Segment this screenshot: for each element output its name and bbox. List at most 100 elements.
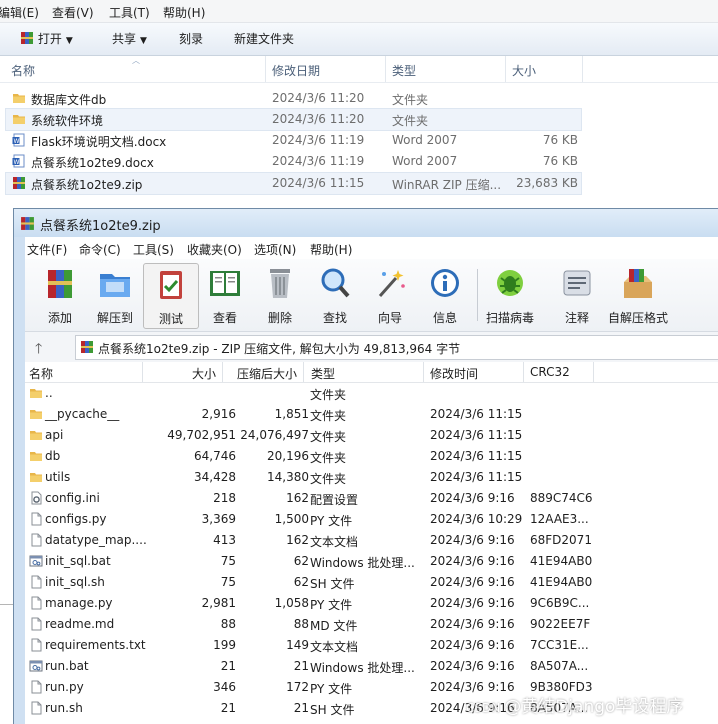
entry-packed-size: 172	[286, 680, 309, 694]
archive-row[interactable]: requirements.txt 199 149 文本文档 2024/3/6 9:16 7…	[25, 635, 718, 656]
archive-row[interactable]: readme.md 88 88 MD 文件 2024/3/6 9:16 9022EE7F	[25, 614, 718, 635]
column-crc[interactable]: CRC32	[530, 365, 570, 379]
entry-name: utils	[45, 470, 71, 484]
menu-favorites[interactable]: 收藏夹(O)	[187, 241, 242, 258]
folder-icon	[13, 115, 25, 124]
column-divider[interactable]	[222, 362, 223, 382]
entry-packed-size: 1,500	[274, 512, 309, 526]
archive-row[interactable]: run.bat 21 21 Windows 批处理... 2024/3/6 9:16 8A…	[25, 656, 718, 677]
file-icon	[31, 680, 42, 694]
column-divider[interactable]	[423, 362, 424, 382]
column-divider[interactable]	[303, 362, 304, 382]
column-size[interactable]: 大小	[192, 365, 216, 382]
archive-row[interactable]: api 49,702,951 24,076,497 文件夹 2024/3/6 11:15	[25, 425, 718, 446]
comment-note-icon	[563, 270, 591, 296]
menu-commands[interactable]: 命令(C)	[79, 241, 121, 258]
self-extract-box-icon	[624, 269, 652, 298]
file-size: 76 KB	[542, 154, 578, 168]
entry-modified: 2024/3/6 9:16	[430, 491, 515, 505]
entry-size: 199	[213, 638, 236, 652]
menu-help[interactable]: 帮助(H)	[310, 241, 352, 258]
column-divider[interactable]	[505, 56, 506, 82]
column-name[interactable]: 名称	[11, 62, 35, 79]
menu-tools[interactable]: 工具(T)	[109, 4, 150, 21]
info-button[interactable]: 信息	[418, 263, 472, 327]
up-arrow-icon[interactable]: 🡑	[35, 338, 42, 362]
entry-modified: 2024/3/6 9:16	[430, 617, 515, 631]
entry-crc: 9022EE7F	[530, 617, 591, 631]
entry-packed-size: 62	[293, 554, 309, 568]
explorer-row[interactable]: 数据库文件db 2024/3/6 11:20 文件夹	[6, 88, 581, 109]
column-divider[interactable]	[593, 362, 594, 382]
archive-row[interactable]: __pycache__ 2,916 1,851 文件夹 2024/3/6 11:15	[25, 404, 718, 425]
column-type[interactable]: 类型	[311, 365, 335, 382]
entry-type: Windows 批处理...	[310, 556, 415, 570]
explorer-row-selected[interactable]: 点餐系统1o2te9.zip 2024/3/6 11:15 WinRAR ZIP…	[5, 172, 582, 195]
column-type[interactable]: 类型	[392, 62, 416, 79]
column-name[interactable]: 名称	[29, 365, 53, 382]
comment-button[interactable]: 注释	[550, 263, 604, 327]
archive-row[interactable]: init_sql.bat 75 62 Windows 批处理... 2024/3/6 9…	[25, 551, 718, 572]
archive-row[interactable]: .. 文件夹	[25, 383, 718, 404]
address-field[interactable]: 点餐系统1o2te9.zip - ZIP 压缩文件, 解包大小为 49,813,…	[75, 335, 718, 360]
entry-crc: 68FD2071	[530, 533, 592, 547]
explorer-row[interactable]: W 点餐系统1o2te9.docx 2024/3/6 11:19 Word 20…	[6, 151, 581, 172]
clipboard-check-icon	[160, 271, 182, 299]
column-divider[interactable]	[523, 362, 524, 382]
window-edge	[0, 604, 13, 605]
folder-icon	[30, 410, 42, 419]
entry-type: 文本文档	[310, 535, 359, 549]
archive-row[interactable]: configs.py 3,369 1,500 PY 文件 2024/3/6 10:29 1…	[25, 509, 718, 530]
entry-name: readme.md	[45, 617, 115, 631]
menu-file[interactable]: 文件(F)	[27, 241, 67, 258]
column-divider[interactable]	[265, 56, 266, 82]
column-divider[interactable]	[385, 56, 386, 82]
menu-tools[interactable]: 工具(S)	[133, 241, 174, 258]
file-icon	[31, 617, 42, 631]
file-date: 2024/3/6 11:19	[272, 154, 365, 168]
sfx-button[interactable]: 自解压格式	[608, 263, 668, 327]
entry-size: 346	[213, 680, 236, 694]
explorer-column-header: 名称 ︿ 修改日期 类型 大小	[0, 56, 718, 83]
entry-size: 64,746	[194, 449, 236, 463]
entry-name: run.sh	[45, 701, 83, 715]
archive-row[interactable]: config.ini 218 162 配置设置 2024/3/6 9:16 889C74C…	[25, 488, 718, 509]
file-date: 2024/3/6 11:20	[272, 112, 365, 126]
burn-button[interactable]: 刻录	[179, 30, 203, 47]
file-icon	[31, 638, 42, 652]
archive-row[interactable]: init_sql.sh 75 62 SH 文件 2024/3/6 9:16 41E94AB…	[25, 572, 718, 593]
entry-packed-size: 1,851	[274, 407, 309, 421]
winrar-titlebar[interactable]: 点餐系统1o2te9.zip	[14, 209, 718, 237]
column-date[interactable]: 修改日期	[272, 62, 320, 79]
entry-type: 文件夹	[310, 430, 347, 444]
file-date: 2024/3/6 11:19	[272, 133, 365, 147]
archive-row[interactable]: db 64,746 20,196 文件夹 2024/3/6 11:15	[25, 446, 718, 467]
scan-virus-button[interactable]: 扫描病毒	[483, 263, 537, 327]
archive-row[interactable]: manage.py 2,981 1,058 PY 文件 2024/3/6 9:16 9C6…	[25, 593, 718, 614]
column-divider[interactable]	[582, 56, 583, 82]
column-divider[interactable]	[142, 362, 143, 382]
entry-crc: 41E94AB0	[530, 575, 593, 589]
file-icon	[31, 533, 42, 547]
column-packed[interactable]: 压缩后大小	[237, 365, 297, 382]
archive-row[interactable]: datatype_map.... 413 162 文本文档 2024/3/6 9:16 6…	[25, 530, 718, 551]
explorer-row[interactable]: 系统软件环境 2024/3/6 11:20 文件夹	[5, 108, 582, 131]
menu-help[interactable]: 帮助(H)	[163, 4, 205, 21]
menu-edit[interactable]: 编辑(E)	[0, 4, 39, 21]
entry-size: 88	[220, 617, 236, 631]
explorer-row[interactable]: W Flask环境说明文档.docx 2024/3/6 11:19 Word 2…	[6, 130, 581, 151]
new-folder-button[interactable]: 新建文件夹	[234, 30, 294, 47]
entry-modified: 2024/3/6 9:16	[430, 659, 515, 673]
column-size[interactable]: 大小	[512, 62, 536, 79]
menu-options[interactable]: 选项(N)	[254, 241, 296, 258]
svg-text:W: W	[14, 159, 20, 166]
entry-name: ..	[45, 386, 53, 400]
watermark: CSDN @黄结Django毕设程序	[466, 692, 683, 717]
share-button[interactable]: 共享 ▼	[112, 30, 147, 47]
archive-row[interactable]: utils 34,428 14,380 文件夹 2024/3/6 11:15	[25, 467, 718, 488]
column-modified[interactable]: 修改时间	[430, 365, 478, 382]
watermark-text: @黄结Django毕设程序	[504, 697, 684, 717]
entry-modified: 2024/3/6 11:15	[430, 470, 523, 484]
menu-view[interactable]: 查看(V)	[52, 4, 94, 21]
open-button[interactable]: 打开 ▼	[20, 30, 73, 47]
